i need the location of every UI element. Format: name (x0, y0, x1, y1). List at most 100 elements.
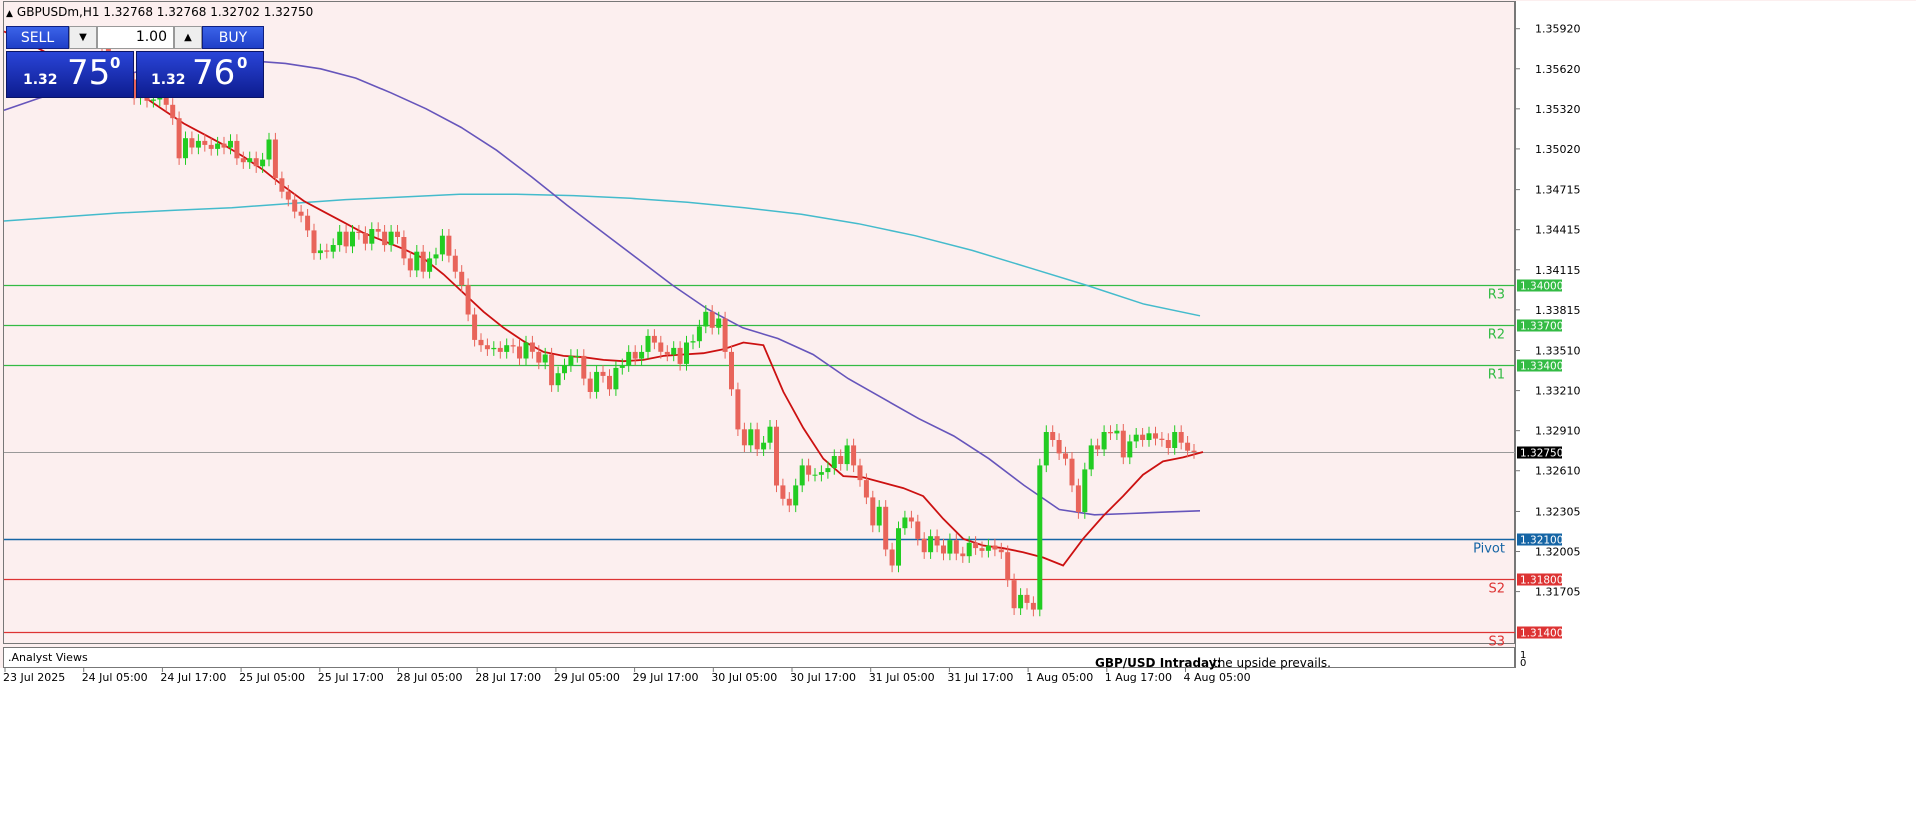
candle-bear (1191, 450, 1197, 452)
candle-bull (613, 367, 619, 390)
candle-bear (375, 229, 381, 232)
candle-bear (298, 211, 304, 216)
buy-button[interactable]: BUY (202, 26, 264, 49)
y-tick-label: 1.35620 (1535, 63, 1581, 76)
candle-bear (581, 355, 587, 379)
candle-bear (497, 347, 503, 352)
level-name-r2: R2 (1488, 328, 1505, 343)
candle-bull (594, 371, 600, 392)
y-tick-label: 1.32610 (1535, 465, 1581, 478)
chart-window[interactable]: R3 1.34000 R2 1.33700 R1 1.33400 Pivot 1.32100 S… (0, 0, 1916, 840)
candle-bear (407, 258, 413, 271)
level-price-label: 1.31400 (1520, 628, 1563, 640)
x-tick-label: 23 Jul 2025 (3, 671, 65, 684)
lot-size-input[interactable]: 1.00 (97, 26, 174, 49)
y-tick-label: 1.33510 (1535, 345, 1581, 358)
candle-bear (786, 498, 792, 506)
x-tick-label: 1 Aug 17:00 (1105, 671, 1172, 684)
candle-bull (260, 159, 266, 167)
x-tick-label: 30 Jul 05:00 (711, 671, 777, 684)
y-tick-label: 1.33210 (1535, 385, 1581, 398)
candle-bull (215, 143, 221, 149)
candle-bull (491, 347, 497, 350)
x-tick-label: 24 Jul 17:00 (160, 671, 226, 684)
candle-bear (973, 542, 979, 549)
candle-bull (876, 506, 882, 526)
x-tick-label: 29 Jul 05:00 (554, 671, 620, 684)
candle-bear (1185, 442, 1191, 451)
candle-bull (696, 326, 702, 342)
candle-bear (1063, 453, 1068, 459)
candle-bull (902, 517, 908, 529)
y-tick-label: 1.35320 (1535, 103, 1581, 116)
arrow-down-icon: ▼ (79, 32, 87, 43)
candle-bear (452, 255, 458, 272)
candle-bear (908, 517, 914, 522)
x-tick-label: 28 Jul 05:00 (397, 671, 463, 684)
collapse-triangle-icon[interactable]: ▲ (6, 9, 13, 19)
candle-bear (1075, 485, 1081, 513)
candle-bear (883, 506, 889, 550)
candle-bull (639, 351, 645, 359)
ohlc-low: 1.32702 (210, 5, 260, 19)
lot-decrease-button[interactable]: ▼ (69, 26, 97, 49)
candle-bear (960, 553, 966, 557)
candle-bull (414, 251, 420, 271)
y-tick-label: 1.35020 (1535, 143, 1581, 156)
candle-bull (947, 540, 953, 554)
level-price-label: 1.33400 (1520, 361, 1563, 373)
x-tick-label: 25 Jul 05:00 (239, 671, 305, 684)
candle-bear (202, 140, 208, 145)
candle-bear (305, 215, 311, 231)
candle-bear (992, 545, 998, 550)
candle-bear (221, 143, 227, 148)
candle-bull (966, 542, 972, 557)
candle-bull (330, 245, 336, 252)
candle-bear (709, 311, 715, 328)
level-name-pivot: Pivot (1473, 542, 1505, 557)
candle-bear (285, 191, 291, 200)
level-name-r1: R1 (1488, 368, 1505, 383)
candle-bull (266, 139, 272, 160)
sell-button[interactable]: SELL (6, 26, 69, 49)
candle-bull (703, 311, 709, 327)
time-axis (0, 668, 1916, 840)
candle-bear (979, 548, 985, 551)
candle-bear (664, 351, 670, 355)
candle-bear (780, 485, 786, 499)
candle-bear (651, 335, 657, 343)
candle-bear (510, 345, 516, 347)
candle-bear (356, 231, 362, 233)
candle-bear (234, 140, 240, 159)
candle-bear (658, 342, 664, 352)
y-tick-label: 1.35920 (1535, 23, 1581, 36)
candle-bull (985, 545, 991, 551)
y-tick-label: 1.32910 (1535, 425, 1581, 438)
y-tick-label: 1.34715 (1535, 184, 1581, 197)
buy-price-point: 0 (237, 54, 248, 72)
sell-price-prefix: 1.32 (23, 72, 58, 88)
sell-quote[interactable]: 1.32 75 0 (6, 51, 134, 98)
candle-bear (484, 345, 490, 350)
candle-bull (1043, 432, 1049, 466)
y-tick-label: 1.34415 (1535, 224, 1581, 237)
level-name-s3: S3 (1488, 635, 1505, 650)
candle-bull (626, 351, 632, 366)
candle-bear (272, 139, 278, 179)
candle-bear (170, 104, 176, 119)
candle-bear (189, 138, 195, 148)
candle-bull (831, 456, 837, 468)
y-tick-label: 1.32305 (1535, 505, 1581, 518)
candle-bull (150, 99, 156, 101)
candle-bear (324, 250, 330, 252)
subwindow-label: .Analyst Views (8, 651, 88, 664)
candle-bull (671, 347, 677, 355)
lot-increase-button[interactable]: ▲ (174, 26, 202, 49)
x-tick-label: 29 Jul 17:00 (633, 671, 699, 684)
current-price-label: 1.32750 (1520, 448, 1563, 460)
candle-bull (716, 318, 722, 328)
buy-quote[interactable]: 1.32 76 0 (136, 51, 264, 98)
candle-bull (1037, 465, 1043, 610)
candle-bull (844, 445, 850, 465)
candle-bear (446, 235, 452, 256)
